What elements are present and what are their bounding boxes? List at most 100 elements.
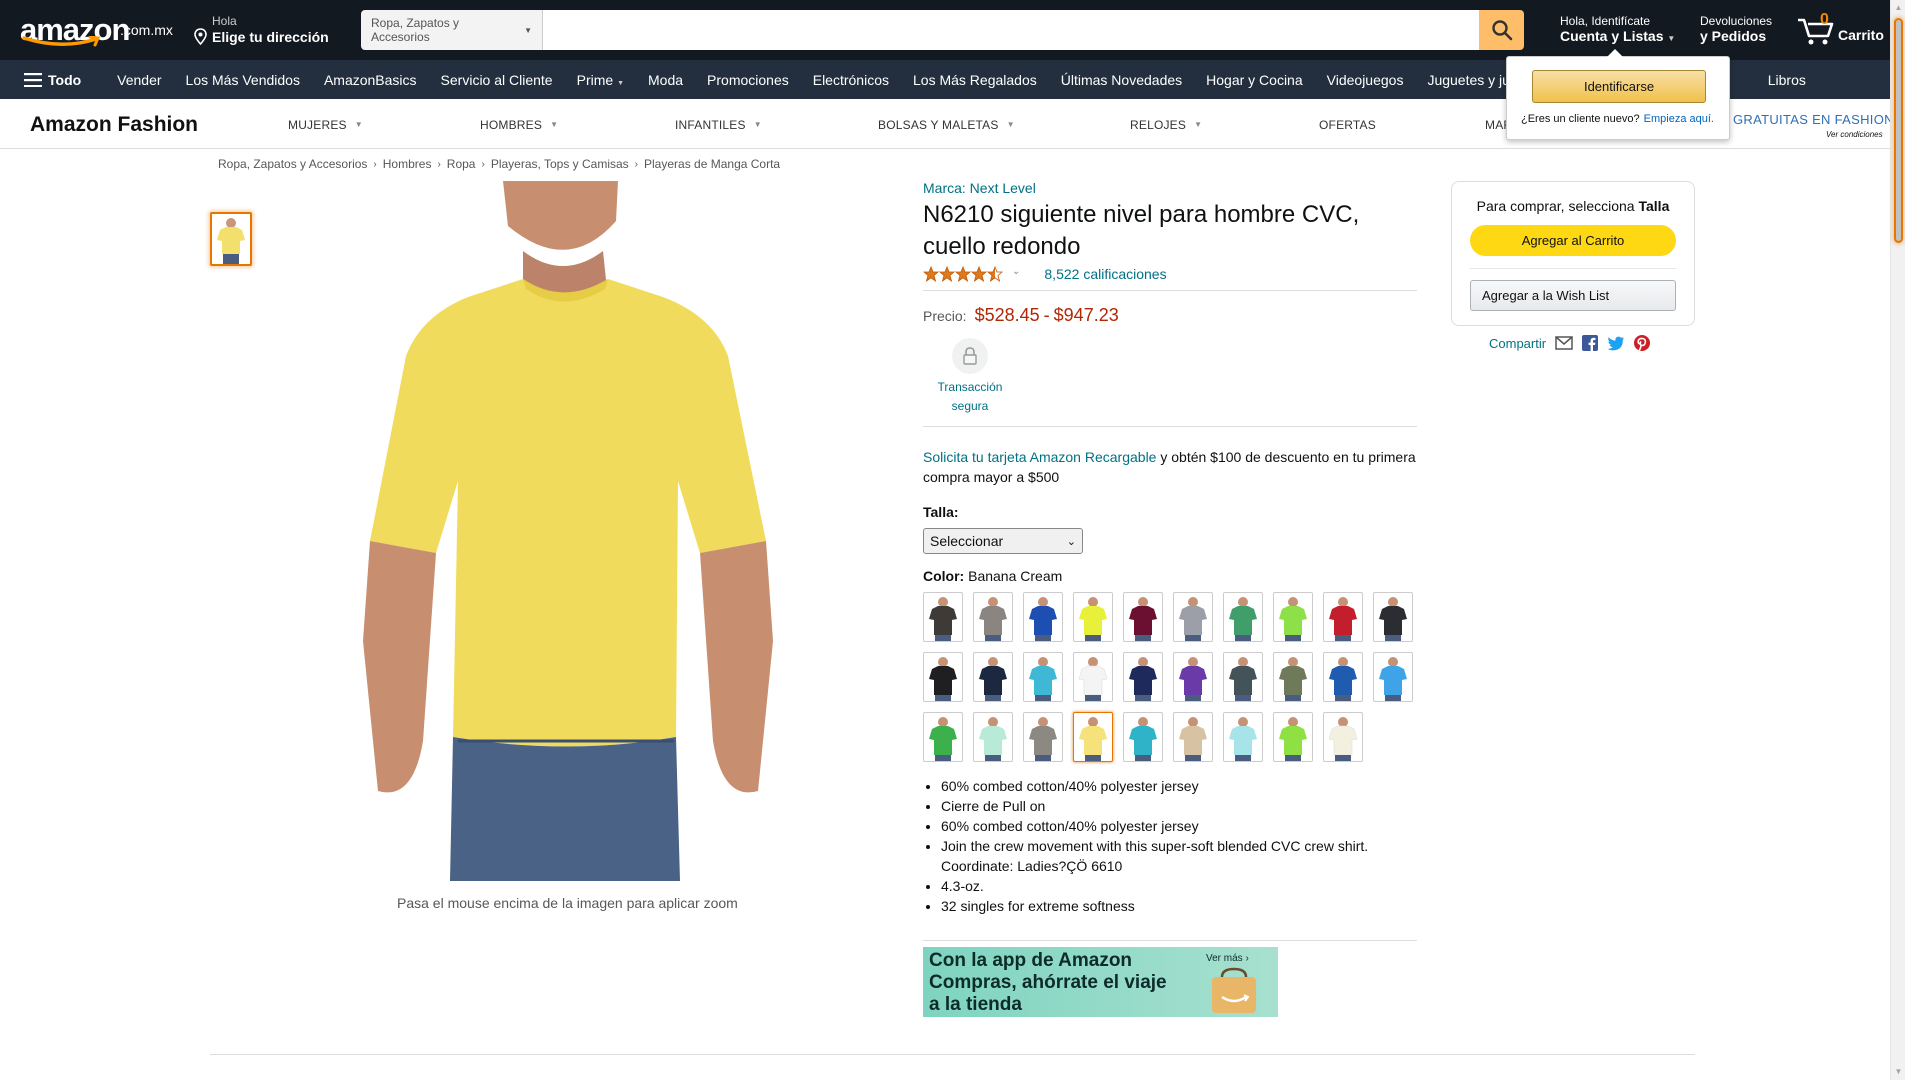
color-swatch[interactable] (1373, 652, 1413, 702)
color-swatch[interactable] (973, 712, 1013, 762)
color-swatch[interactable] (1123, 712, 1163, 762)
color-swatch[interactable] (973, 652, 1013, 702)
color-swatch[interactable] (1273, 652, 1313, 702)
subnav-item-novedades[interactable]: Últimas Novedades (1049, 72, 1194, 88)
color-swatch[interactable] (1223, 592, 1263, 642)
secure-transaction[interactable]: Transacción segura (923, 338, 1017, 422)
facebook-share-icon[interactable] (1582, 335, 1599, 351)
subnav-item-amazonbasics[interactable]: AmazonBasics (312, 72, 429, 88)
search-category-dropdown[interactable]: Ropa, Zapatos y Accesorios ▼ (361, 10, 543, 50)
color-swatch[interactable] (1073, 712, 1113, 762)
color-swatch[interactable] (1223, 712, 1263, 762)
color-swatch[interactable] (923, 712, 963, 762)
email-share-icon[interactable] (1555, 336, 1573, 350)
subnav-item-libros[interactable]: Libros (1756, 72, 1818, 88)
color-swatch[interactable] (1273, 712, 1313, 762)
subnav-item-vender[interactable]: Vender (105, 72, 173, 88)
gallery-thumbnail[interactable] (210, 212, 252, 266)
search-input[interactable] (543, 10, 1479, 50)
fashion-cat-bolsas[interactable]: BOLSAS Y MALETAS ▼ (878, 118, 1015, 132)
color-swatch[interactable] (1173, 652, 1213, 702)
account-menu[interactable]: Hola, Identifícate Cuenta y Listas ▼ (1560, 14, 1675, 44)
fashion-promo-conditions[interactable]: Ver condiciones (1826, 130, 1883, 139)
product-main-image[interactable] (318, 181, 816, 881)
color-swatch[interactable] (1373, 592, 1413, 642)
breadcrumb-item[interactable]: Hombres (383, 157, 432, 171)
twitter-share-icon[interactable] (1607, 336, 1625, 351)
color-swatch[interactable] (1073, 592, 1113, 642)
color-swatch[interactable] (923, 652, 963, 702)
all-menu-button[interactable]: Todo (24, 72, 81, 88)
subnav-item-servicio[interactable]: Servicio al Cliente (429, 72, 565, 88)
color-swatch[interactable] (1023, 712, 1063, 762)
fashion-cat-relojes[interactable]: RELOJES ▼ (1130, 118, 1202, 132)
fashion-cat-infantiles[interactable]: INFANTILES ▼ (675, 118, 762, 132)
subnav-item-mas-vendidos[interactable]: Los Más Vendidos (174, 72, 312, 88)
pinterest-share-icon[interactable] (1634, 335, 1651, 351)
color-swatch[interactable] (1173, 712, 1213, 762)
fashion-brand[interactable]: Amazon Fashion (30, 113, 198, 137)
fashion-cat-hombres[interactable]: HOMBRES ▼ (480, 118, 558, 132)
color-swatch[interactable] (1123, 592, 1163, 642)
breadcrumb-item[interactable]: Playeras, Tops y Camisas (491, 157, 629, 171)
tshirt-swatch-icon (1379, 597, 1407, 641)
add-to-cart-button[interactable]: Agregar al Carrito (1470, 225, 1676, 256)
breadcrumb-item[interactable]: Ropa, Zapatos y Accesorios (218, 157, 367, 171)
subnav-item-hogar[interactable]: Hogar y Cocina (1194, 72, 1315, 88)
tshirt-swatch-icon (1029, 657, 1057, 701)
chevron-right-icon: › (634, 158, 639, 170)
fashion-cat-ofertas[interactable]: OFERTAS (1319, 118, 1376, 132)
fashion-cat-label: INFANTILES (675, 118, 746, 132)
breadcrumb-item[interactable]: Playeras de Manga Corta (644, 157, 780, 171)
fashion-cat-mujeres[interactable]: MUJERES ▼ (288, 118, 363, 132)
fashion-promo[interactable]: GRATUITAS EN FASHION (1733, 112, 1894, 127)
tshirt-swatch-icon (1379, 657, 1407, 701)
price-high: $947.23 (1053, 305, 1119, 325)
signin-button[interactable]: Identificarse (1532, 70, 1706, 103)
amazon-logo[interactable]: amazon .com.mx (20, 12, 175, 48)
star-rating[interactable]: ⌄ (923, 266, 1020, 282)
returns-orders[interactable]: Devoluciones y Pedidos (1700, 14, 1772, 44)
app-banner[interactable]: Con la app de Amazon Compras, ahórrate e… (923, 947, 1278, 1017)
ratings-count-link[interactable]: 8,522 calificaciones (1044, 266, 1166, 282)
color-swatch[interactable] (1323, 712, 1363, 762)
start-here-link[interactable]: Empieza aquí. (1644, 113, 1714, 125)
subnav-item-promociones[interactable]: Promociones (695, 72, 801, 88)
subnav-item-electronicos[interactable]: Electrónicos (801, 72, 901, 88)
add-to-wishlist-button[interactable]: Agregar a la Wish List (1470, 280, 1676, 311)
size-select[interactable]: Seleccionar ⌄ (923, 528, 1083, 554)
color-swatch[interactable] (1273, 592, 1313, 642)
color-swatch[interactable] (1023, 592, 1063, 642)
scroll-down-icon[interactable]: ▼ (1894, 1067, 1903, 1077)
share-label[interactable]: Compartir (1489, 336, 1546, 351)
subnav-item-videojuegos[interactable]: Videojuegos (1315, 72, 1416, 88)
tshirt-swatch-icon (1179, 657, 1207, 701)
color-swatch[interactable] (973, 592, 1013, 642)
size-select-value: Seleccionar (930, 533, 1004, 549)
tshirt-swatch-icon (1029, 597, 1057, 641)
scroll-up-icon[interactable]: ▲ (1894, 3, 1903, 13)
search-button[interactable] (1479, 10, 1524, 50)
subnav-item-prime[interactable]: Prime ▼ (565, 72, 636, 88)
select-prompt-text: Para comprar, selecciona (1476, 198, 1635, 214)
color-swatch[interactable] (1223, 652, 1263, 702)
color-swatch[interactable] (1173, 592, 1213, 642)
page-scrollbar[interactable]: ▲ ▼ (1890, 0, 1905, 1080)
color-swatch[interactable] (1323, 592, 1363, 642)
new-customer-text: ¿Eres un cliente nuevo? (1521, 113, 1640, 125)
subnav-item-moda[interactable]: Moda (636, 72, 695, 88)
color-swatch[interactable] (923, 592, 963, 642)
cart-button[interactable]: 0 Carrito (1796, 10, 1886, 50)
brand-link[interactable]: Marca: Next Level (923, 180, 1417, 196)
color-swatch[interactable] (1073, 652, 1113, 702)
location-pin-icon (194, 28, 207, 45)
card-promo-link[interactable]: Solicita tu tarjeta Amazon Recargable (923, 449, 1156, 465)
scrollbar-thumb[interactable] (1894, 18, 1903, 243)
color-swatch[interactable] (1123, 652, 1163, 702)
subnav-item-mas-regalados[interactable]: Los Más Regalados (901, 72, 1049, 88)
deliver-to[interactable]: Hola Elige tu dirección (193, 14, 343, 45)
rating-row: ⌄ 8,522 calificaciones (923, 266, 1417, 291)
breadcrumb-item[interactable]: Ropa (447, 157, 476, 171)
color-swatch[interactable] (1023, 652, 1063, 702)
color-swatch[interactable] (1323, 652, 1363, 702)
